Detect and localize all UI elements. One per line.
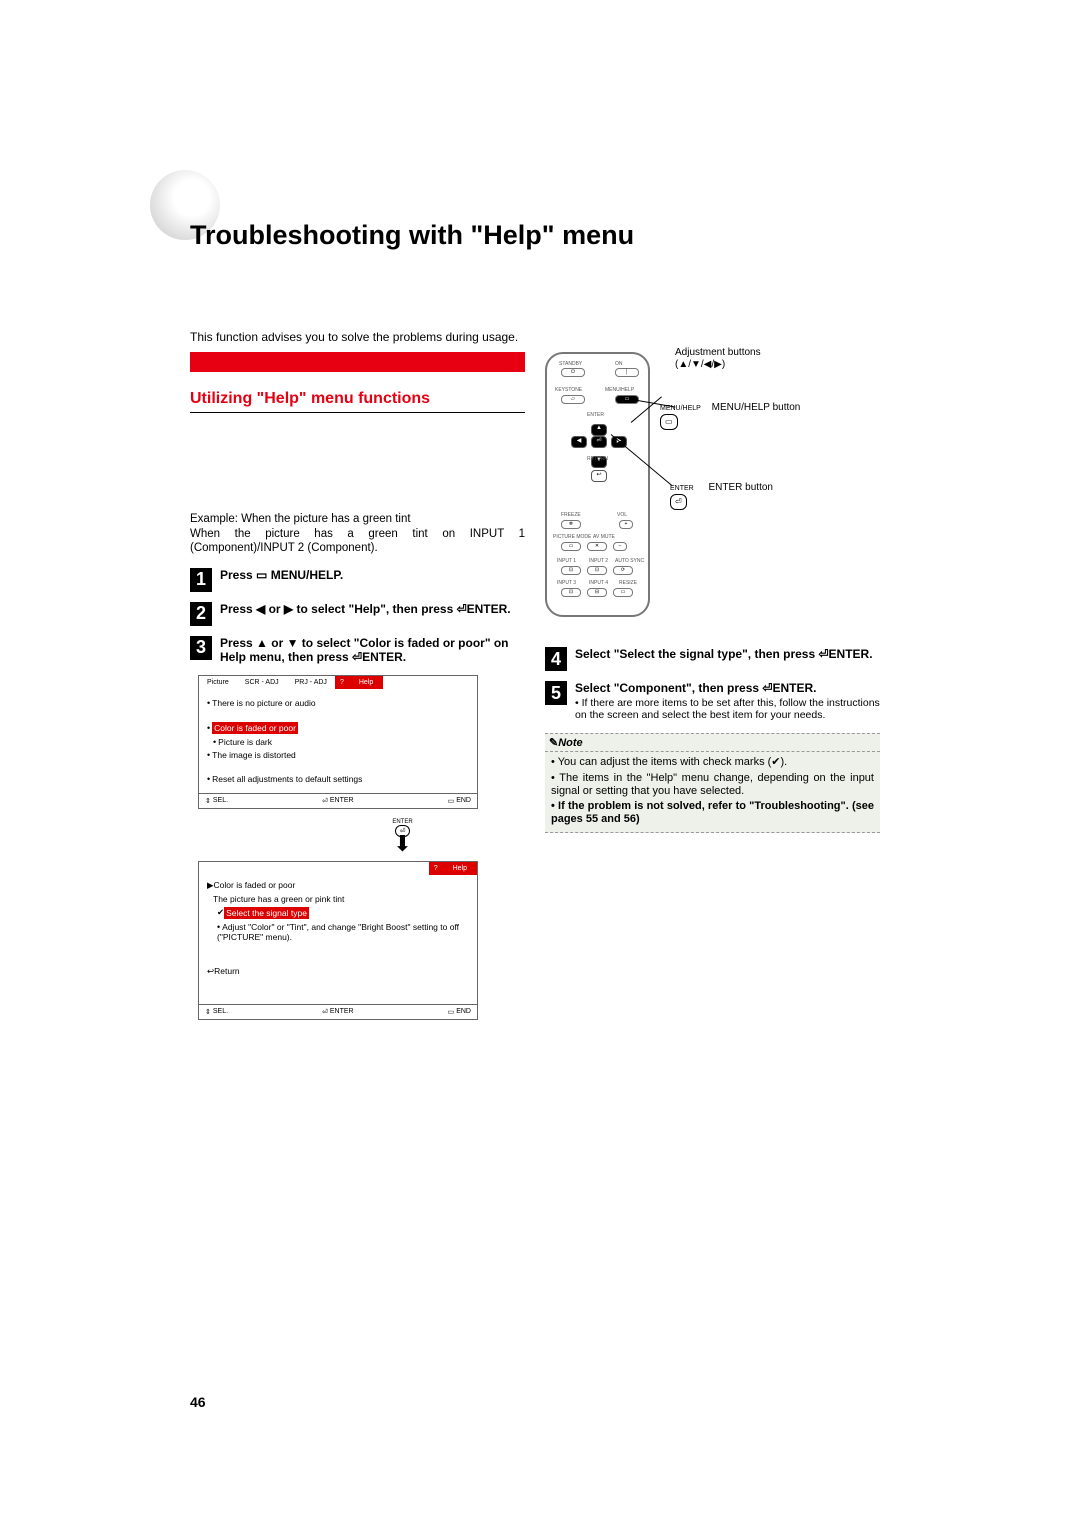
- remote-label: STANDBY: [559, 361, 582, 367]
- step-1: 1 Press ▭ MENU/HELP.: [190, 568, 525, 592]
- example-label: Example: When the picture has a green ti…: [190, 513, 525, 525]
- osd-footer: ⇕ SEL. ⏎ ENTER ▭ END: [199, 1004, 477, 1019]
- callout-label: Adjustment buttons: [675, 347, 761, 358]
- remote-label: INPUT 1: [557, 558, 576, 564]
- remote-label: VOL: [617, 512, 627, 518]
- osd-item: The image is distorted: [212, 750, 296, 760]
- osd-sel: SEL.: [213, 1008, 228, 1015]
- title-block: Troubleshooting with "Help" menu: [190, 200, 890, 260]
- osd-tab: PRJ - ADJ: [287, 676, 335, 689]
- step-text: Press ▭ MENU/HELP.: [220, 568, 343, 582]
- step-text: Press ▲ or ▼ to select "Color is faded o…: [220, 636, 525, 665]
- note-bullet: You can adjust the items with check mark…: [558, 756, 788, 768]
- step-text: Press ◀ or ▶ to select "Help", then pres…: [220, 602, 511, 616]
- remote-label: RESIZE: [619, 580, 637, 586]
- osd-tabs: Picture SCR - ADJ PRJ - ADJ ? Help: [199, 676, 477, 689]
- red-accent-bar: [190, 352, 525, 372]
- osd-item-highlighted: Select the signal type: [224, 907, 309, 919]
- step-4: 4 Select "Select the signal type", then …: [545, 647, 880, 671]
- osd-menu-2: ? Help ▶ Color is faded or poor The pict…: [198, 861, 478, 1020]
- osd-tab-help-icon: ?: [335, 676, 349, 689]
- enter-icon: ⏎: [670, 494, 687, 510]
- osd-item-highlighted: Color is faded or poor: [212, 722, 298, 734]
- osd-tab: Picture: [199, 676, 237, 689]
- page-number: 46: [190, 1394, 206, 1410]
- remote-label: PICTURE MODE: [553, 534, 591, 540]
- remote-label: AUTO SYNC: [615, 558, 644, 564]
- step-number: 1: [190, 568, 212, 592]
- remote-label: INPUT 3: [557, 580, 576, 586]
- step-text: Select "Select the signal type", then pr…: [575, 647, 873, 661]
- note-box: ✎Note • You can adjust the items with ch…: [545, 733, 880, 833]
- osd-tab-help: Help: [349, 676, 383, 689]
- note-bullet-bold: If the problem is not solved, refer to "…: [551, 800, 874, 825]
- remote-label: AV MUTE: [593, 534, 615, 540]
- osd-footer: ⇕ SEL. ⏎ ENTER ▭ END: [199, 793, 477, 808]
- remote-diagram: STANDBY ON ⏻│ KEYSTONE MENU/HELP ▱▭ ENTE…: [545, 352, 880, 632]
- osd-tab: SCR - ADJ: [237, 676, 287, 689]
- remote-body: STANDBY ON ⏻│ KEYSTONE MENU/HELP ▱▭ ENTE…: [545, 352, 650, 617]
- remote-label: FREEZE: [561, 512, 581, 518]
- menuhelp-icon: ▭: [660, 414, 678, 430]
- callout-symbols: (▲/▼/◀/▶): [675, 359, 725, 370]
- page-title: Troubleshooting with "Help" menu: [190, 220, 634, 251]
- osd-item: Picture is dark: [218, 737, 272, 747]
- callout-menuhelp: MENU/HELP MENU/HELP button ▭: [660, 402, 800, 430]
- step-2: 2 Press ◀ or ▶ to select "Help", then pr…: [190, 602, 525, 626]
- osd-title: Color is faded or poor: [214, 880, 296, 890]
- osd-item: There is no picture or audio: [212, 698, 315, 708]
- remote-label: ON: [615, 361, 623, 367]
- osd-item: Reset all adjustments to default setting…: [212, 774, 362, 784]
- osd-tab-help-icon: ?: [429, 862, 443, 875]
- callout-small-label: ENTER: [670, 485, 694, 492]
- osd-return: Return: [214, 966, 240, 976]
- example-body: When the picture has a green tint on INP…: [190, 527, 525, 556]
- callout-label: ENTER button: [709, 482, 773, 493]
- remote-label: ENTER: [587, 412, 604, 418]
- osd-enter: ENTER: [330, 797, 354, 804]
- left-column: Utilizing "Help" menu functions Example:…: [190, 352, 525, 1030]
- osd-menu-1: Picture SCR - ADJ PRJ - ADJ ? Help •Ther…: [198, 675, 478, 809]
- steps-left: 1 Press ▭ MENU/HELP. 2 Press ◀ or ▶ to s…: [190, 568, 525, 665]
- osd-sel: SEL.: [213, 797, 228, 804]
- step-text: Select "Component", then press ⏎ENTER.: [575, 681, 880, 695]
- step-number: 5: [545, 681, 567, 705]
- remote-label: MENU/HELP: [605, 387, 634, 393]
- remote-label: INPUT 2: [589, 558, 608, 564]
- callout-label: MENU/HELP button: [712, 402, 801, 413]
- step-subtext: If there are more items to be set after …: [575, 697, 880, 721]
- right-column: STANDBY ON ⏻│ KEYSTONE MENU/HELP ▱▭ ENTE…: [545, 352, 880, 1030]
- osd-end: END: [456, 1008, 471, 1015]
- remote-label: RETURN: [587, 456, 608, 462]
- pencil-icon: ✎: [549, 737, 558, 749]
- osd-end: END: [456, 797, 471, 804]
- steps-right: 4 Select "Select the signal type", then …: [545, 647, 880, 721]
- osd-tab-help: Help: [443, 862, 477, 875]
- callout-adjustment: Adjustment buttons (▲/▼/◀/▶): [675, 347, 761, 371]
- osd-item: Adjust "Color" or "Tint", and change "Br…: [217, 922, 459, 942]
- intro-text: This function advises you to solve the p…: [190, 330, 890, 344]
- note-bullet: The items in the "Help" menu change, dep…: [551, 772, 874, 797]
- remote-label: INPUT 4: [589, 580, 608, 586]
- section-title: Utilizing "Help" menu functions: [190, 390, 525, 413]
- enter-arrow-icon: ENTER ⏎ ⬇: [280, 819, 525, 851]
- osd-enter: ENTER: [330, 1008, 354, 1015]
- step-3: 3 Press ▲ or ▼ to select "Color is faded…: [190, 636, 525, 665]
- step-number: 4: [545, 647, 567, 671]
- step-number: 2: [190, 602, 212, 626]
- remote-label: KEYSTONE: [555, 387, 582, 393]
- note-title: Note: [558, 737, 582, 749]
- callout-enter: ENTER ENTER button ⏎: [670, 482, 773, 510]
- step-5: 5 Select "Component", then press ⏎ENTER.…: [545, 681, 880, 721]
- osd-item: The picture has a green or pink tint: [213, 894, 344, 904]
- step-number: 3: [190, 636, 212, 660]
- dpad: ▲ ◀⏎▶ RETURN ▼ ↩: [565, 424, 633, 482]
- osd-tabs: ? Help: [199, 862, 477, 875]
